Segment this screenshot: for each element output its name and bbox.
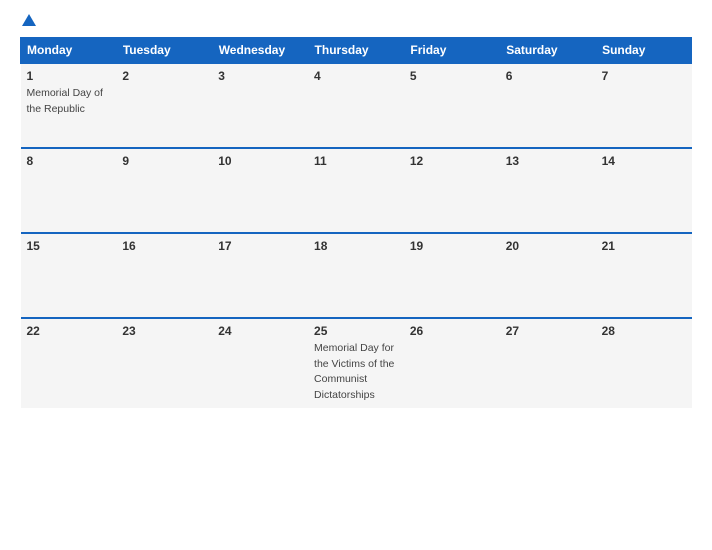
day-number: 8 [27, 154, 111, 168]
day-number: 10 [218, 154, 302, 168]
day-number: 27 [506, 324, 590, 338]
calendar-day-cell: 10 [212, 148, 308, 233]
calendar-day-cell: 16 [116, 233, 212, 318]
calendar-day-cell: 15 [21, 233, 117, 318]
day-number: 26 [410, 324, 494, 338]
calendar-day-cell: 6 [500, 63, 596, 148]
calendar-day-cell: 14 [596, 148, 692, 233]
day-number: 18 [314, 239, 398, 253]
day-number: 15 [27, 239, 111, 253]
day-number: 11 [314, 154, 398, 168]
weekday-header-row: MondayTuesdayWednesdayThursdayFridaySatu… [21, 38, 692, 64]
calendar-day-cell: 4 [308, 63, 404, 148]
day-number: 5 [410, 69, 494, 83]
day-number: 9 [122, 154, 206, 168]
day-number: 28 [602, 324, 686, 338]
calendar-day-cell: 5 [404, 63, 500, 148]
calendar-day-cell: 25 Memorial Day for the Victims of the Co… [308, 318, 404, 408]
calendar-day-cell: 17 [212, 233, 308, 318]
day-number: 25 [314, 324, 398, 338]
calendar-header [20, 15, 692, 27]
day-number: 3 [218, 69, 302, 83]
weekday-header-cell: Sunday [596, 38, 692, 64]
calendar-day-cell: 9 [116, 148, 212, 233]
weekday-header-cell: Friday [404, 38, 500, 64]
calendar-day-cell: 3 [212, 63, 308, 148]
day-number: 16 [122, 239, 206, 253]
calendar-day-cell: 21 [596, 233, 692, 318]
day-number: 13 [506, 154, 590, 168]
calendar-day-cell: 2 [116, 63, 212, 148]
calendar-day-cell: 13 [500, 148, 596, 233]
calendar-day-cell: 7 [596, 63, 692, 148]
calendar-day-cell: 28 [596, 318, 692, 408]
calendar-day-cell: 24 [212, 318, 308, 408]
day-number: 23 [122, 324, 206, 338]
calendar-day-cell: 19 [404, 233, 500, 318]
logo-triangle-icon [22, 14, 36, 26]
calendar-day-cell: 20 [500, 233, 596, 318]
calendar-day-cell: 11 [308, 148, 404, 233]
weekday-header-cell: Monday [21, 38, 117, 64]
calendar-thead: MondayTuesdayWednesdayThursdayFridaySatu… [21, 38, 692, 64]
day-number: 1 [27, 69, 111, 83]
calendar-day-cell: 27 [500, 318, 596, 408]
calendar-container: MondayTuesdayWednesdayThursdayFridaySatu… [0, 0, 712, 550]
day-number: 4 [314, 69, 398, 83]
calendar-tbody: 1Memorial Day of the Republic23456789101… [21, 63, 692, 408]
day-number: 2 [122, 69, 206, 83]
day-number: 19 [410, 239, 494, 253]
calendar-day-cell: 12 [404, 148, 500, 233]
weekday-header-cell: Tuesday [116, 38, 212, 64]
day-number: 14 [602, 154, 686, 168]
calendar-week-row: 89 10 11 12 13 14 [21, 148, 692, 233]
weekday-header-cell: Wednesday [212, 38, 308, 64]
weekday-header-cell: Thursday [308, 38, 404, 64]
event-text: Memorial Day of the Republic [27, 87, 103, 115]
calendar-table: MondayTuesdayWednesdayThursdayFridaySatu… [20, 37, 692, 408]
day-number: 21 [602, 239, 686, 253]
day-number: 7 [602, 69, 686, 83]
calendar-day-cell: 8 [21, 148, 117, 233]
calendar-day-cell: 22 [21, 318, 117, 408]
calendar-day-cell: 1 Memorial Day of the Republic [21, 63, 117, 148]
calendar-week-row: 15 16 17 18 19 20 21 [21, 233, 692, 318]
calendar-day-cell: 23 [116, 318, 212, 408]
event-text: Memorial Day for the Victims of the Comm… [314, 342, 394, 401]
calendar-week-row: 22 23 24 25 Memorial Day for the Victims of … [21, 318, 692, 408]
day-number: 24 [218, 324, 302, 338]
day-number: 17 [218, 239, 302, 253]
logo [20, 15, 36, 27]
calendar-day-cell: 18 [308, 233, 404, 318]
day-number: 12 [410, 154, 494, 168]
day-number: 6 [506, 69, 590, 83]
calendar-day-cell: 26 [404, 318, 500, 408]
weekday-header-cell: Saturday [500, 38, 596, 64]
day-number: 20 [506, 239, 590, 253]
calendar-week-row: 1 Memorial Day of the Republic 234567 [21, 63, 692, 148]
day-number: 22 [27, 324, 111, 338]
